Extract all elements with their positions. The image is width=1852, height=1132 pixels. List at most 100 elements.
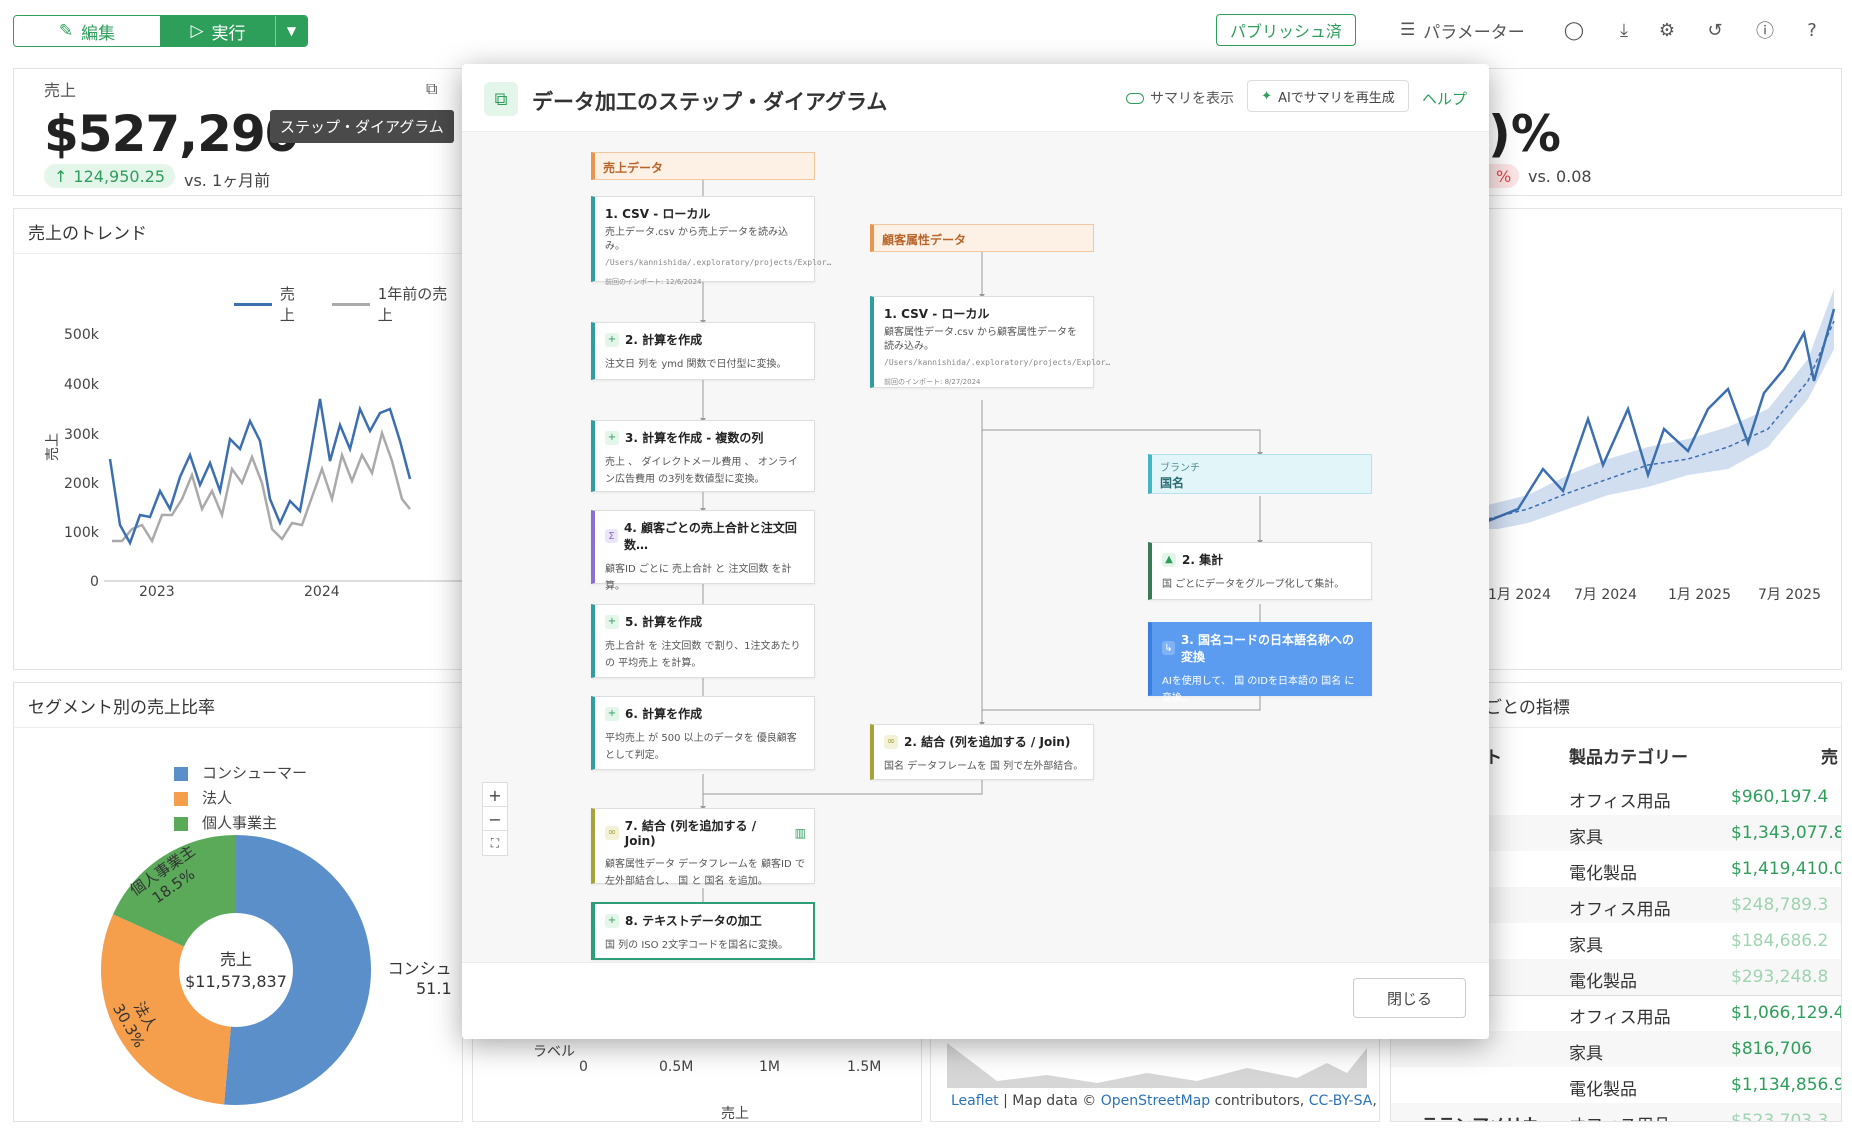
download-icon[interactable]: ⤓ (1612, 18, 1636, 42)
info-icon[interactable]: ⓘ (1753, 18, 1777, 42)
plus-icon: + (605, 614, 619, 629)
source-customer-data[interactable]: 顧客属性データ (870, 224, 1094, 252)
published-button[interactable]: パブリッシュ済 (1216, 14, 1356, 46)
osm-link[interactable]: OpenStreetMap (1101, 1093, 1210, 1109)
step-title-row: +2. 計算を作成 (605, 331, 806, 348)
branch-label: ブランチ (1160, 463, 1200, 474)
step-meta: 前回のインポート: 8/27/2024 (884, 378, 981, 386)
sales-line (108, 398, 412, 547)
kpi-sales-value: $527,290 (44, 105, 300, 163)
step-1-csv-local[interactable]: 1. CSV - ローカル 売上データ.csv から売上データを読み込み。 /U… (591, 196, 832, 286)
step-description: 顧客属性データ.csv から顧客属性データを読み込み。 (884, 327, 1077, 352)
help-link[interactable]: ヘルプ (1422, 88, 1467, 109)
cell-sales: $184,686.2 (1731, 931, 1829, 951)
text-icon: + (605, 913, 619, 928)
metrics-table-title: ごとの指標 (1485, 698, 1570, 718)
step-description: 平均売上 が 500 以上のデータを 優良顧客 として判定。 (605, 733, 797, 761)
xtick: 1月 2025 (1668, 587, 1731, 603)
step-title-row: ↳ 3. 国名コードの日本語名称への変換 (1162, 631, 1363, 665)
group-icon: ▲ (1162, 552, 1176, 567)
cell-sales: $523,703.3 (1731, 1111, 1829, 1122)
map-land-shape (947, 1043, 1367, 1088)
parameters-label: パラメーター (1423, 22, 1525, 43)
table-row: 電化製品 $1,134,856.9 (1391, 1067, 1841, 1103)
step-meta: 前回のインポート: 12/6/2024 (605, 278, 702, 286)
legend-label: 法人 (202, 789, 233, 807)
diagram-icon[interactable]: ⧉ (426, 79, 437, 99)
kpi-right-vs-label: vs. 0.08 (1528, 167, 1592, 186)
cell-category: 家具 (1569, 828, 1603, 848)
zoom-out-button[interactable]: − (482, 806, 508, 832)
ytick: 300k (64, 427, 99, 443)
summary-toggle[interactable]: サマリを表示 (1126, 88, 1234, 108)
card-divider (14, 253, 464, 254)
zoom-in-button[interactable]: + (482, 782, 508, 808)
history-icon[interactable]: ↺ (1703, 18, 1727, 42)
xtick: 1.5M (847, 1059, 882, 1075)
cc-by-sa-link[interactable]: CC-BY-SA (1309, 1093, 1373, 1109)
step-2-create-calc[interactable]: +2. 計算を作成 注文日 列を ymd 関数で日付型に変換。 (591, 322, 815, 380)
join-icon: ∞ (884, 734, 898, 749)
step-description: 顧客ID ごとに 売上合計 と 注文回数 を計算。 (605, 564, 792, 592)
diagram-canvas[interactable]: 売上データ 顧客属性データ 1. CSV - ローカル 売上データ.csv から… (462, 132, 1489, 962)
branch-country-name[interactable]: ブランチ 国名 (1148, 454, 1372, 494)
leaflet-link[interactable]: Leaflet (951, 1093, 999, 1109)
segment-share-title: セグメント別の売上比率 (28, 698, 215, 718)
table-header-category: 製品カテゴリー (1569, 748, 1688, 768)
parameters-button[interactable]: ☰ パラメーター (1400, 16, 1525, 44)
step-path: /Users/kannishida/.exploratory/projects/… (605, 258, 832, 267)
segment-legend: コンシューマー 法人 個人事業主 (174, 761, 307, 836)
step-title: 8. テキストデータの加工 (625, 914, 762, 928)
step-7-join[interactable]: ∞ 7. 結合 (列を追加する / Join) ▥ 顧客属性データ データフレームを… (591, 808, 815, 887)
regenerate-summary-button[interactable]: ✦ AIでサマリを再生成 (1247, 80, 1409, 112)
cell-category: 電化製品 (1569, 972, 1637, 992)
edit-button[interactable]: ✎ 編集 (14, 16, 160, 46)
help-icon[interactable]: ? (1800, 18, 1824, 42)
xtick: 0 (579, 1059, 588, 1075)
legend-label: コンシューマー (202, 764, 308, 782)
step-description: AIを使用して、 国 のIDを日本語の 国名 に変換。 (1162, 676, 1355, 704)
summary-toggle-label: サマリを表示 (1150, 91, 1234, 107)
source-sales-data[interactable]: 売上データ (591, 152, 815, 180)
step-8-text-processing[interactable]: +8. テキストデータの加工 国 列の ISO 2文字コードを国名に変換。 (591, 902, 815, 960)
top-toolbar: ✎ 編集 ▷ 実行 ▼ パブリッシュ済 ☰ パラメーター ◯ ⤓ ⚙ ↺ ⓘ ? (0, 0, 1852, 60)
bar-xlabel: 売上 (721, 1106, 749, 1122)
cell-category: オフィス用品 (1569, 1111, 1671, 1121)
step-title: 2. 集計 (1182, 553, 1224, 567)
step-title: 4. 顧客ごとの売上合計と注文回数… (623, 521, 797, 552)
cell-sales: $816,706 (1731, 1039, 1813, 1059)
customer-step-2-join[interactable]: ∞ 2. 結合 (列を追加する / Join) 国名 データフレームを 国 列で左… (870, 724, 1094, 780)
step-4-summarize[interactable]: Σ 4. 顧客ごとの売上合計と注文回数… 顧客ID ごとに 売上合計 と 注文回数… (591, 510, 815, 592)
step-title-row: ∞ 2. 結合 (列を追加する / Join) (884, 733, 1085, 750)
customer-step-1-csv-local[interactable]: 1. CSV - ローカル 顧客属性データ.csv から顧客属性データを読み込み… (870, 296, 1110, 388)
step-title: 2. 計算を作成 (625, 333, 703, 347)
kpi-sales-title: 売上 (44, 81, 77, 100)
step-description: 売上 、 ダイレクトメール費用 、 オンライン広告費用 の3列を数値型に変換。 (605, 457, 798, 485)
cell-category: 電化製品 (1569, 1080, 1637, 1100)
comment-icon[interactable]: ◯ (1562, 18, 1586, 42)
run-dropdown-button[interactable]: ▼ (275, 16, 307, 46)
close-button[interactable]: 閉じる (1353, 978, 1466, 1018)
gear-icon[interactable]: ⚙ (1655, 18, 1679, 42)
step-5-create-calc[interactable]: +5. 計算を作成 売上合計 を 注文回数 で割り、1注文あたりの 平均売上 を… (591, 604, 815, 678)
step-6-create-calc[interactable]: +6. 計算を作成 平均売上 が 500 以上のデータを 優良顧客 として判定。 (591, 696, 815, 770)
fit-view-button[interactable]: ⛶ (482, 830, 508, 856)
step-description: 顧客属性データ データフレームを 顧客ID で左外部結合し、 国 と 国名 を追… (605, 859, 805, 887)
ytick: 400k (64, 377, 99, 393)
branch-step-3-ai-convert[interactable]: ↳ 3. 国名コードの日本語名称への変換 AIを使用して、 国 のIDを日本語の … (1148, 622, 1372, 704)
legend-swatch (174, 816, 188, 831)
branch-step-2-summarize[interactable]: ▲ 2. 集計 国 ごとにデータをグループ化して集計。 (1148, 542, 1372, 600)
modal-title: データ加工のステップ・ダイアグラム (532, 90, 888, 114)
cell-region: ラテンアメリカ (1421, 1111, 1539, 1121)
table-header-sales: 売 (1821, 748, 1838, 768)
kpi-right-value: )% (1488, 105, 1561, 163)
kpi-right-card: )% % vs. 0.08 (1487, 68, 1842, 196)
toggle-icon (1126, 92, 1144, 104)
xtick: 1月 2024 (1488, 587, 1551, 603)
step-3-create-calc-multi[interactable]: +3. 計算を作成 - 複数の列 売上 、 ダイレクトメール費用 、 オンライン… (591, 420, 815, 492)
kpi-sales-delta-value: 124,950.25 (73, 166, 166, 186)
run-button[interactable]: ▷ 実行 (160, 16, 275, 46)
step-title: 5. 計算を作成 (625, 615, 703, 629)
step-description: 国 ごとにデータをグループ化して集計。 (1162, 579, 1345, 590)
step-title: 6. 計算を作成 (625, 707, 703, 721)
